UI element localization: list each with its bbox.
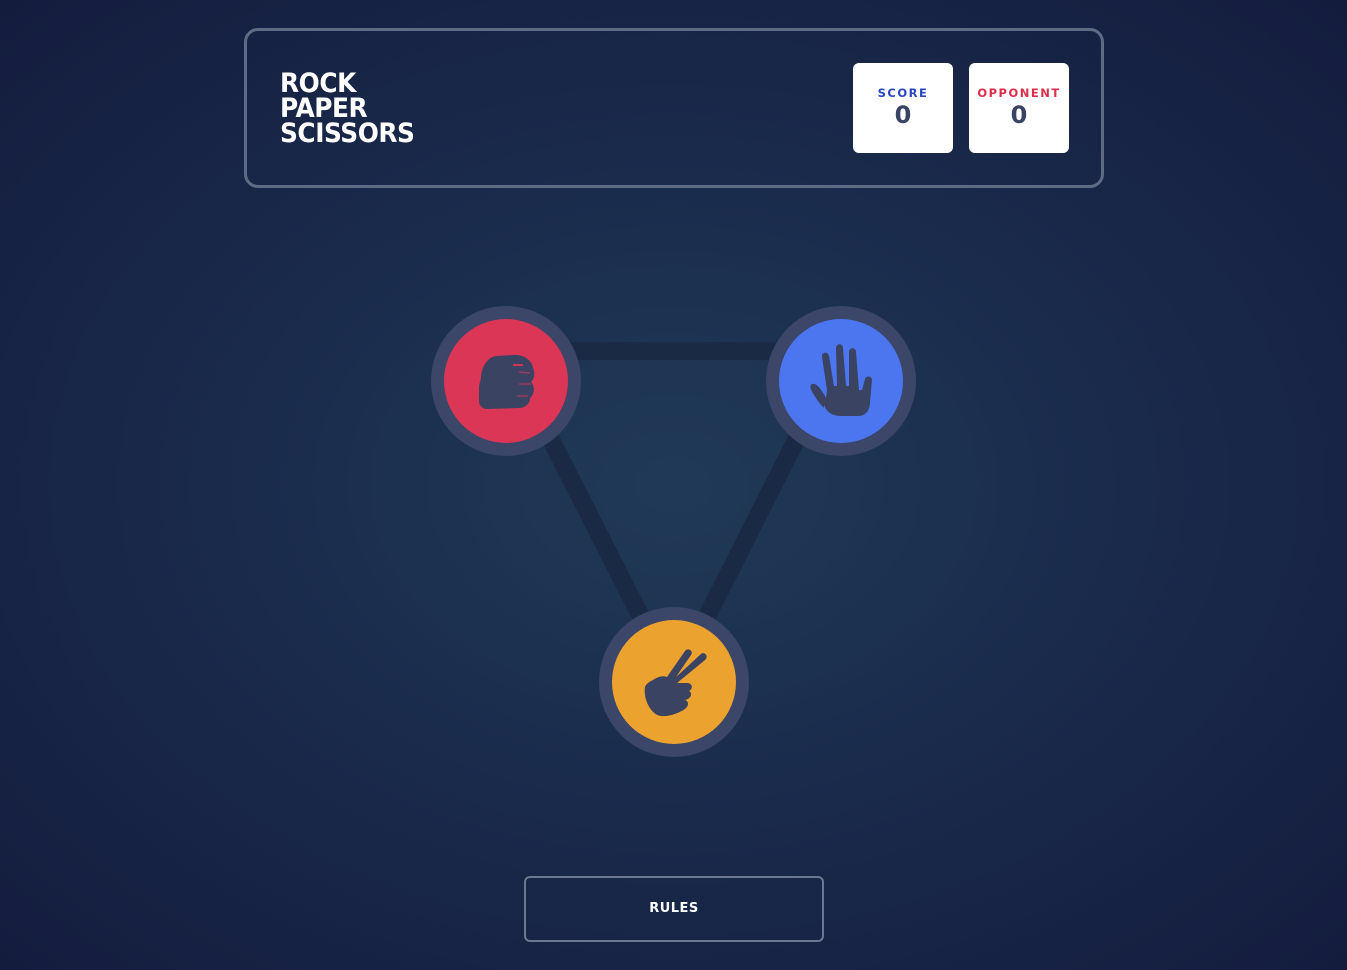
open-hand-icon (810, 344, 872, 416)
scissors-token[interactable] (599, 607, 749, 757)
paper-token[interactable] (766, 306, 916, 456)
scissors-hand-icon (644, 649, 707, 717)
connector-triangle (497, 342, 850, 691)
fist-icon (479, 354, 535, 409)
rules-button[interactable]: RULES (524, 876, 824, 942)
game-board (0, 0, 1347, 970)
rock-token[interactable] (431, 306, 581, 456)
